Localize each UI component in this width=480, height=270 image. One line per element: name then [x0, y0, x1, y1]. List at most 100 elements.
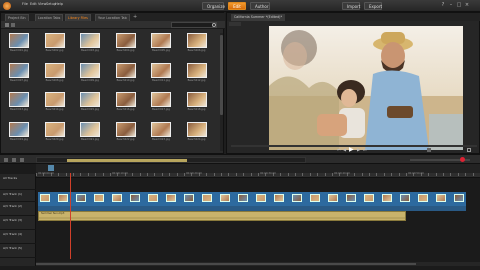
- timeline-scrollbar[interactable]: [36, 262, 480, 266]
- library-thumbnail[interactable]: Beach010.jpg: [114, 62, 138, 86]
- search-icon[interactable]: [212, 23, 216, 27]
- video-track-1[interactable]: [38, 192, 466, 206]
- thumbnail-caption: Beach024.jpg: [187, 137, 206, 141]
- skip-forward-icon[interactable]: ⏭: [363, 148, 367, 152]
- clip-thumbnail: [328, 194, 338, 202]
- ruler-tick: [65, 173, 67, 176]
- library-thumbnail[interactable]: Beach005.jpg: [149, 33, 173, 56]
- thumbnail-caption: Beach016.jpg: [116, 108, 135, 111]
- minimize-icon[interactable]: –: [448, 2, 454, 8]
- library-scrollbar[interactable]: [220, 33, 223, 151]
- library-thumbnail[interactable]: Beach024.jpg: [185, 121, 209, 145]
- ruler-tick: [139, 173, 141, 176]
- library-thumbnail[interactable]: Beach007.jpg: [7, 62, 31, 86]
- razor-icon[interactable]: [12, 158, 16, 162]
- tab-your-location[interactable]: Your Location Tab: [95, 14, 130, 21]
- tab-author[interactable]: Author: [250, 2, 270, 10]
- playhead[interactable]: [70, 173, 71, 259]
- clip-thumbnail: [112, 194, 122, 202]
- track-name: A/V Track (1): [3, 192, 23, 196]
- search-input[interactable]: [171, 22, 217, 28]
- volume-icon[interactable]: [427, 148, 431, 152]
- track-header[interactable]: A/V Track (1): [0, 190, 36, 202]
- library-thumbnail[interactable]: Beach022.jpg: [114, 121, 138, 145]
- ruler-label: 00:00:00.00: [38, 172, 54, 175]
- library-thumbnail[interactable]: Beach023.jpg: [149, 121, 173, 145]
- menu-edit[interactable]: Edit: [30, 2, 37, 6]
- thumbnail-caption: Beach010.jpg: [116, 78, 135, 82]
- library-thumbnail[interactable]: Beach001.jpg: [7, 33, 31, 56]
- back-icon[interactable]: [11, 23, 15, 27]
- library-thumbnail[interactable]: Beach018.jpg: [185, 92, 209, 115]
- clip-thumbnail: [382, 194, 392, 202]
- audio-clip[interactable]: Summer Sun.mp3: [38, 211, 406, 221]
- thumbnail-image: [186, 92, 207, 107]
- tab-location-tabs[interactable]: Location Tabs: [35, 14, 64, 21]
- clip-thumbnail: [184, 194, 194, 202]
- ruler-tick: [147, 173, 148, 176]
- forward-icon[interactable]: ▶: [357, 148, 361, 152]
- play-icon[interactable]: ▶: [349, 147, 355, 153]
- rewind-icon[interactable]: ◀: [343, 148, 347, 152]
- library-thumbnail[interactable]: Beach011.jpg: [149, 62, 173, 86]
- export-button[interactable]: Export: [364, 2, 382, 10]
- help-icon[interactable]: ?: [440, 2, 446, 8]
- library-thumbnail[interactable]: Beach004.jpg: [114, 33, 138, 56]
- library-thumbnail[interactable]: Beach017.jpg: [149, 92, 173, 115]
- library-thumbnail[interactable]: Beach015.jpg: [78, 92, 102, 115]
- video-preview[interactable]: [269, 26, 463, 150]
- tab-library-files[interactable]: Library Files: [65, 14, 91, 21]
- title-clip-thumb[interactable]: [48, 165, 54, 171]
- tab-project-bin[interactable]: Project Bin: [5, 14, 29, 21]
- thumbnail-caption: Beach014.jpg: [45, 108, 64, 111]
- timeline-ruler[interactable]: 00:00:00.00 00:00:10.00 00:00:20.00 00:00:3…: [36, 172, 480, 178]
- tab-organize[interactable]: Organize: [202, 2, 225, 10]
- library-thumbnail[interactable]: Beach003.jpg: [78, 33, 102, 56]
- ruler-tick: [280, 173, 282, 176]
- library-thumbnail[interactable]: Beach013.jpg: [7, 92, 31, 115]
- add-tab-icon[interactable]: +: [133, 15, 138, 20]
- library-thumbnail[interactable]: Beach008.jpg: [43, 62, 67, 86]
- library-thumbnail[interactable]: Beach012.jpg: [185, 62, 209, 86]
- timeline-settings-icon[interactable]: [4, 158, 8, 162]
- track-header[interactable]: A/V Track (5): [0, 244, 36, 258]
- record-icon[interactable]: [460, 157, 465, 162]
- skip-back-icon[interactable]: ⏮: [337, 148, 341, 152]
- close-icon[interactable]: ×: [464, 2, 470, 8]
- track-header[interactable]: A/V Track (2): [0, 202, 36, 216]
- library-thumbnail[interactable]: Beach009.jpg: [78, 62, 102, 86]
- track-header[interactable]: A/V Track (3): [0, 216, 36, 230]
- ruler-tick: [295, 173, 296, 176]
- overview-bar[interactable]: [36, 157, 306, 163]
- ruler-tick: [221, 173, 222, 176]
- clip-thumbnail: [202, 194, 212, 202]
- clip-thumbnail: [292, 194, 302, 202]
- thumbnail-image: [186, 62, 207, 78]
- track-header[interactable]: A/V Track (4): [0, 230, 36, 244]
- library-thumbnail[interactable]: Beach021.jpg: [78, 121, 102, 145]
- import-button[interactable]: Import: [342, 2, 360, 10]
- library-thumbnail[interactable]: Beach020.jpg: [43, 121, 67, 145]
- library-thumbnail[interactable]: Beach019.jpg: [7, 121, 31, 145]
- clip-thumbnail: [40, 194, 50, 202]
- ruler-tick: [324, 173, 326, 176]
- menu-help[interactable]: Help: [55, 2, 63, 6]
- home-icon[interactable]: [5, 23, 9, 27]
- library-tabs: Project Bin Location Tabs Library Files …: [1, 13, 225, 21]
- tab-edit[interactable]: Edit: [228, 2, 246, 10]
- preview-title[interactable]: California Summer *(Edited)*: [231, 14, 286, 21]
- ruler-tick: [250, 173, 252, 176]
- maximize-icon[interactable]: □: [456, 2, 462, 8]
- thumbnail-caption: Beach006.jpg: [187, 49, 206, 52]
- library-thumbnail[interactable]: Beach006.jpg: [185, 33, 209, 56]
- thumbnail-caption: Beach023.jpg: [152, 137, 170, 141]
- clip-thumbnail: [94, 194, 104, 202]
- magnet-icon[interactable]: [20, 158, 24, 162]
- fullscreen-icon[interactable]: [467, 148, 471, 152]
- library-thumbnail[interactable]: Beach016.jpg: [114, 92, 138, 115]
- library-thumbnail[interactable]: Beach014.jpg: [43, 92, 67, 115]
- menu-file[interactable]: File: [22, 2, 28, 6]
- track-header[interactable]: All Tracks: [0, 174, 36, 190]
- library-thumbnail[interactable]: Beach002.jpg: [43, 33, 67, 56]
- clip-thumbnail: [238, 194, 248, 202]
